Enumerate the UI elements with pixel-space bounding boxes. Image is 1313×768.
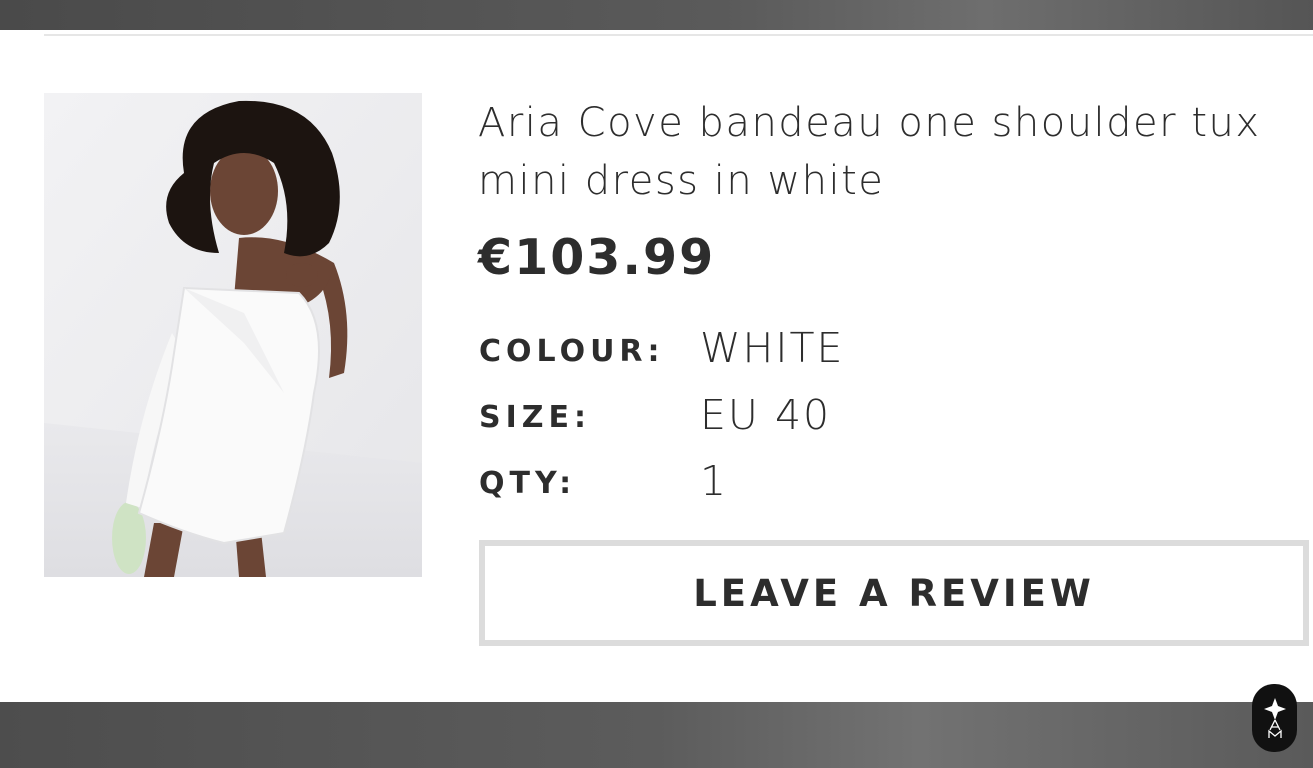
size-label: SIZE: <box>479 400 592 435</box>
leave-review-label: LEAVE A REVIEW <box>693 571 1095 615</box>
colour-label: COLOUR: <box>479 334 665 369</box>
brand-logo-icon <box>1263 698 1286 738</box>
colour-value: WHITE <box>700 324 845 372</box>
product-photo <box>44 93 422 577</box>
brand-logo-badge[interactable] <box>1252 684 1297 752</box>
qty-value: 1 <box>700 457 729 505</box>
product-title: Aria Cove bandeau one shoulder tux mini … <box>478 100 1261 204</box>
bottom-overlay-bar <box>0 702 1313 768</box>
product-image[interactable] <box>44 93 422 577</box>
top-overlay-bar <box>0 0 1313 30</box>
qty-label: QTY: <box>479 466 577 501</box>
product-price: €103.99 <box>478 229 716 286</box>
divider <box>44 34 1313 36</box>
size-value: EU 40 <box>700 391 832 439</box>
leave-review-button[interactable]: LEAVE A REVIEW <box>479 540 1309 646</box>
